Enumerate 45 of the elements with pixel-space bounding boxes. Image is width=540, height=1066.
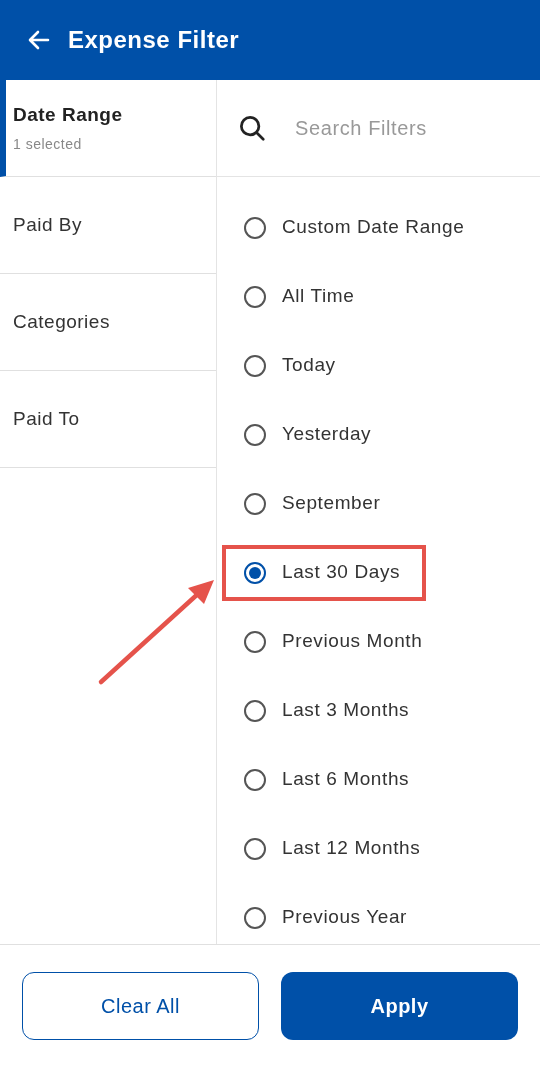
radio-button[interactable] <box>244 285 266 308</box>
option-label: Yesterday <box>282 422 372 447</box>
radio-button[interactable] <box>244 630 266 653</box>
radio-option[interactable]: All Time <box>222 268 381 325</box>
radio-button[interactable] <box>244 216 266 239</box>
radio-button[interactable] <box>244 354 266 377</box>
option-label: Last 30 Days <box>282 560 401 585</box>
radio-option[interactable]: Today <box>222 337 362 394</box>
search-icon <box>237 113 267 143</box>
category-label: Date Range <box>13 103 124 128</box>
option-label: Previous Year <box>282 905 408 930</box>
category-label: Categories <box>13 309 111 334</box>
category-label: Paid To <box>13 406 81 431</box>
option-label: Last 6 Months <box>282 767 410 792</box>
radio-option[interactable]: Last 30 Days <box>222 544 427 601</box>
apply-button[interactable]: Apply <box>281 971 518 1040</box>
radio-button[interactable] <box>244 699 266 722</box>
option-label: Last 12 Months <box>282 836 421 861</box>
search-field[interactable]: Search Filters <box>295 113 495 143</box>
radio-button[interactable] <box>244 423 266 446</box>
selection-count: 1 selected <box>13 134 83 154</box>
radio-button[interactable] <box>244 837 266 860</box>
radio-option[interactable]: Yesterday <box>222 406 398 463</box>
screen-title: Expense Filter <box>68 25 240 55</box>
radio-option[interactable]: Custom Date Range <box>222 199 491 256</box>
option-label: Today <box>282 353 336 378</box>
option-label: Previous Month <box>282 629 423 654</box>
back-icon <box>27 28 51 52</box>
radio-option[interactable]: Last 6 Months <box>222 751 436 808</box>
radio-button[interactable] <box>244 768 266 791</box>
option-label: All Time <box>282 284 355 309</box>
radio-option[interactable]: September <box>222 475 407 532</box>
radio-option[interactable]: Last 3 Months <box>222 682 436 739</box>
option-label: Last 3 Months <box>282 698 410 723</box>
radio-option[interactable]: Last 12 Months <box>222 820 447 877</box>
sidebar-item[interactable]: Date Range 1 selected <box>0 80 216 177</box>
radio-option[interactable]: Previous Year <box>222 889 434 944</box>
clear-button[interactable]: Clear All <box>22 971 259 1040</box>
radio-button[interactable] <box>244 906 266 929</box>
radio-button[interactable] <box>244 492 266 515</box>
category-label: Paid By <box>13 212 83 237</box>
radio-button[interactable] <box>244 561 266 584</box>
option-label: September <box>282 491 381 516</box>
option-label: Custom Date Range <box>282 215 465 240</box>
radio-option[interactable]: Previous Month <box>222 613 449 670</box>
